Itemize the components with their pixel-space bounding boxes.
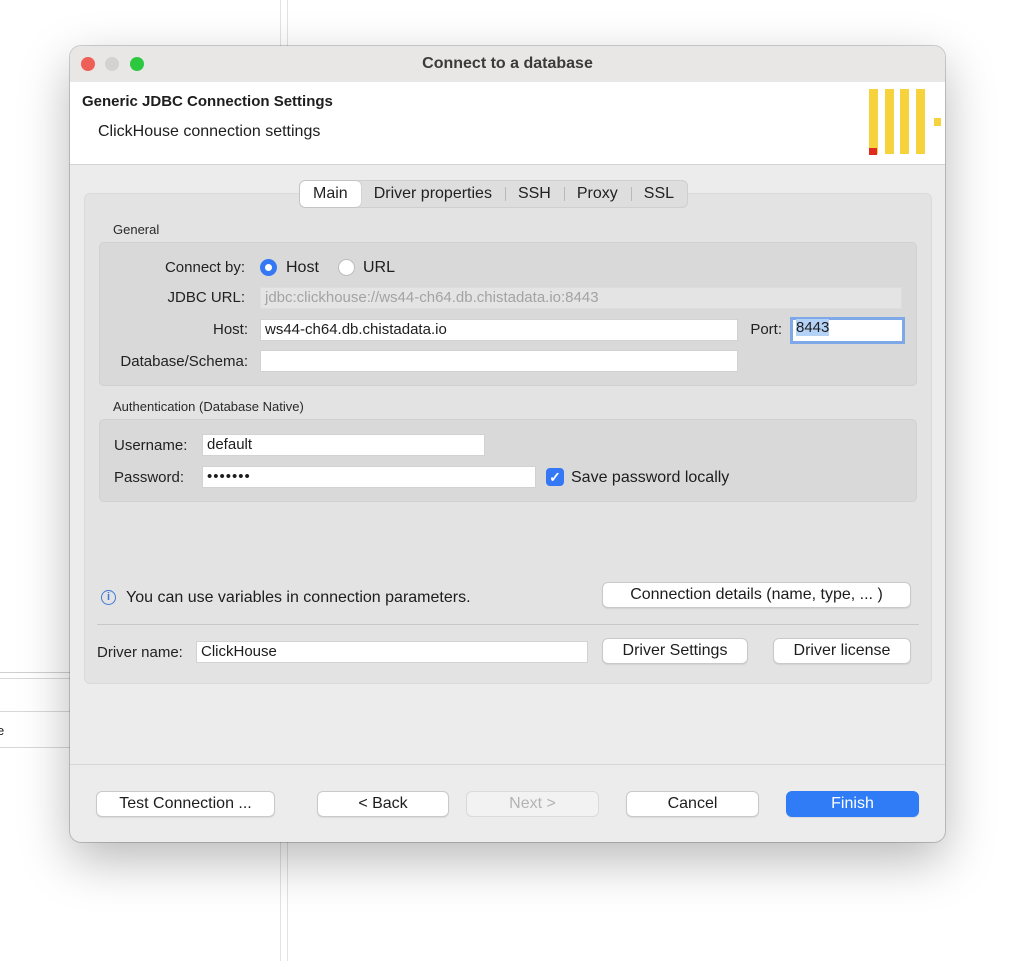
host-field[interactable]: ws44-ch64.db.chistadata.io: [260, 319, 738, 341]
general-section-label: General: [113, 222, 160, 237]
jdbc-url-label: JDBC URL:: [167, 289, 245, 306]
background-panel: e: [0, 672, 70, 751]
port-value: 8443: [796, 319, 830, 336]
port-field[interactable]: 8443: [790, 317, 905, 344]
database-schema-label: Database/Schema:: [120, 353, 248, 370]
next-button: Next >: [466, 791, 599, 817]
tab-ssl[interactable]: SSL: [630, 181, 687, 207]
connection-details-button[interactable]: Connection details (name, type, ... ): [602, 582, 911, 608]
finish-button[interactable]: Finish: [786, 791, 919, 817]
authentication-group: [99, 419, 917, 502]
header-title: Generic JDBC Connection Settings: [82, 93, 333, 110]
connect-by-url-radio[interactable]: [338, 259, 355, 276]
background-row-line: [0, 711, 70, 712]
cancel-button[interactable]: Cancel: [626, 791, 759, 817]
background-row-line: [0, 747, 70, 748]
driver-license-button[interactable]: Driver license: [773, 638, 911, 664]
title-bar: Connect to a database: [70, 46, 945, 82]
test-connection-button[interactable]: Test Connection ...: [96, 791, 275, 817]
info-icon: i: [101, 590, 116, 605]
save-password-checkbox[interactable]: ✓: [546, 468, 564, 486]
background-fragment-text: e: [0, 723, 5, 738]
connect-by-host-label: Host: [286, 259, 319, 276]
footer-separator: [70, 764, 945, 765]
background-row-line: [0, 678, 70, 679]
jdbc-url-field: jdbc:clickhouse://ws44-ch64.db.chistadat…: [260, 287, 902, 309]
separator: [97, 624, 919, 625]
username-label: Username:: [114, 437, 188, 454]
tab-proxy[interactable]: Proxy: [563, 181, 631, 207]
username-field[interactable]: default: [202, 434, 485, 456]
driver-name-field: ClickHouse: [196, 641, 588, 663]
tab-ssh[interactable]: SSH: [504, 181, 564, 207]
authentication-section-label: Authentication (Database Native): [113, 399, 304, 414]
driver-name-label: Driver name:: [97, 644, 183, 661]
variables-hint-text: You can use variables in connection para…: [126, 589, 471, 606]
save-password-label: Save password locally: [571, 469, 730, 486]
tab-main[interactable]: Main: [300, 181, 361, 207]
connect-dialog: Connect to a database Generic JDBC Conne…: [70, 46, 945, 842]
back-button[interactable]: < Back: [317, 791, 449, 817]
connect-by-host-radio[interactable]: [260, 259, 277, 276]
port-label: Port:: [750, 321, 782, 338]
header-subtitle: ClickHouse connection settings: [98, 123, 321, 140]
host-label: Host:: [212, 321, 248, 338]
settings-tabs: Main Driver properties SSH Proxy SSL: [299, 180, 689, 208]
database-schema-field[interactable]: [260, 350, 738, 372]
clickhouse-logo-icon: [866, 89, 944, 157]
tab-driver-properties[interactable]: Driver properties: [361, 181, 505, 207]
connect-by-label: Connect by:: [164, 259, 245, 276]
connect-by-url-label: URL: [363, 259, 396, 276]
driver-settings-button[interactable]: Driver Settings: [602, 638, 748, 664]
password-field[interactable]: •••••••: [202, 466, 536, 488]
password-label: Password:: [114, 469, 185, 486]
window-title: Connect to a database: [422, 55, 593, 72]
wizard-header: Generic JDBC Connection Settings ClickHo…: [70, 82, 945, 165]
